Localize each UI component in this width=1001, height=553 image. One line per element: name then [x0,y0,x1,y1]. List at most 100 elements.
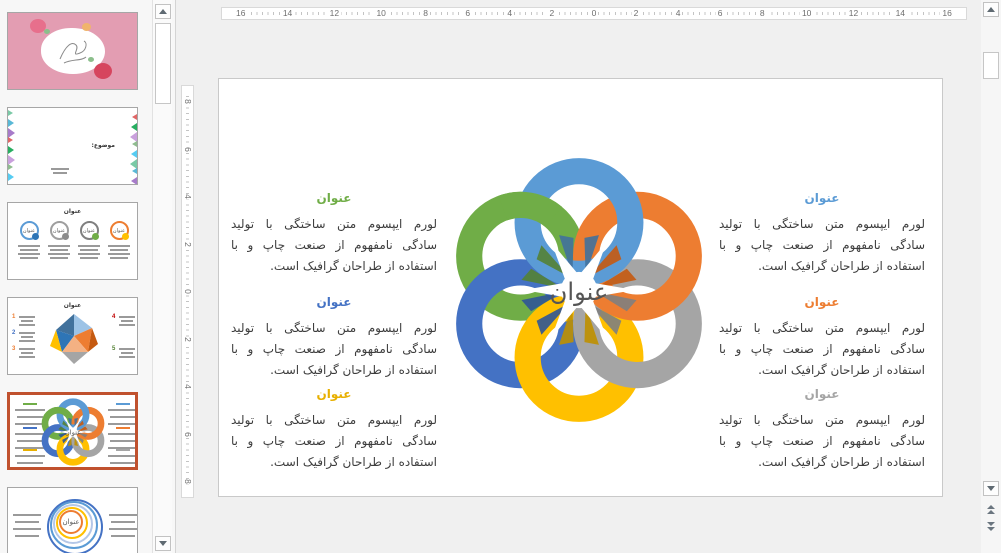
triangle-decoration [8,173,14,181]
step-number: 4 [112,314,115,320]
text-line [108,433,138,435]
ruler-label: 4 [182,194,193,199]
text-line [110,257,128,259]
text-line [110,440,136,442]
text-line [119,356,135,358]
text-line [20,249,38,251]
ruler-label: 6 [463,8,472,19]
block-heading: عنوان [231,295,437,309]
text-line [50,249,68,251]
block-body-text: لورم ایپسوم متن ساختگی با تولید سادگی نا… [231,318,437,381]
up-arrow-icon [159,9,167,14]
slide-thumbnail-2[interactable]: موضوع: [7,107,138,185]
slide-text-block[interactable]: عنوانلورم ایپسوم متن ساختگی با تولید ساد… [231,387,437,473]
slide-canvas[interactable]: عنوانلورم ایپسوم متن ساختگی با تولید ساد… [218,78,943,497]
slide-text-block[interactable]: عنوانلورم ایپسوم متن ساختگی با تولید ساد… [719,387,925,473]
triangle-decoration [8,119,14,127]
ring-item: عنوان [110,221,129,240]
ruler-label: 0 [182,289,193,294]
step-number: 2 [12,330,15,336]
text-line [21,352,33,354]
double-down-arrow-icon [987,522,995,531]
ruler-label: 12 [847,8,860,19]
slide-text-block[interactable]: عنوانلورم ایپسوم متن ساختگی با تولید ساد… [231,191,437,277]
editor-scrollbar[interactable] [981,0,1001,553]
slide-text-block[interactable]: عنوان لورم ایپسوم متن ساختگی با تولید ساد… [231,295,437,381]
text-line [13,514,41,516]
slide-thumbnail-6[interactable]: عنوان [7,487,138,553]
slide-thumbnail-4[interactable]: عنوان 1 2 3 4 5 [7,297,138,375]
text-line [51,168,69,170]
text-line [48,253,70,255]
text-line [108,469,138,470]
triangle-decoration [131,150,137,158]
ruler-label: 4 [674,8,683,19]
slide-text-block[interactable]: عنوانلورم ایپسوم متن ساختگی با تولید ساد… [719,191,925,277]
triangle-decoration [8,137,13,143]
ring-item: عنوان [20,221,39,240]
ruler-label: 16 [940,8,953,19]
triangle-decoration [8,110,13,116]
text-line [21,320,33,322]
next-slide-button[interactable] [983,519,999,534]
thumbnail-subject-label: موضوع: [91,142,115,149]
block-body-text: لورم ایپسوم متن ساختگی با تولید سادگی نا… [719,410,925,473]
thumbnail-title: عنوان [8,208,137,215]
ruler-label: 12 [328,8,341,19]
block-body-text: لورم ایپسوم متن ساختگی با تولید سادگی نا… [231,410,437,473]
ruler-label: 14 [281,8,294,19]
step-number: 3 [12,346,15,352]
ring-flower-diagram[interactable]: عنوان [438,149,720,431]
text-line [50,257,68,259]
scroll-down-icon[interactable] [155,536,171,551]
double-up-arrow-icon [987,505,995,514]
text-line [110,416,136,418]
previous-slide-button[interactable] [983,502,999,517]
mini-heading [23,427,37,429]
scroll-up-icon[interactable] [983,2,999,17]
thumbnail-pane-scrollbar[interactable] [152,0,172,553]
text-line [108,245,130,247]
scrollbar-thumb[interactable] [983,52,999,79]
slide-thumbnail-5[interactable]: عنوان [7,392,138,470]
ring-item-dot [122,233,129,240]
scroll-down-icon[interactable] [983,481,999,496]
text-line [108,409,138,411]
block-heading: عنوان [719,191,925,205]
step-number: 5 [112,346,115,352]
ruler-label: 6 [182,147,193,152]
text-line [119,316,135,318]
mini-heading [116,403,130,405]
text-line [19,348,35,350]
text-line [80,249,98,251]
slide-text-block[interactable]: عنوانلورم ایپسوم متن ساختگی با تولید ساد… [719,295,925,381]
ring-item-dot [92,233,99,240]
text-line [21,336,33,338]
text-line [15,521,39,523]
ring-item-dot [62,233,69,240]
triangle-decoration [131,123,137,131]
rose-flower [94,63,112,79]
slide-thumbnail-1[interactable] [7,12,138,90]
scroll-up-icon[interactable] [155,4,171,19]
text-line [19,316,35,318]
triangle-decoration [132,168,137,174]
scrollbar-thumb[interactable] [155,23,171,104]
mini-text-block [106,512,138,539]
block-heading: عنوان [719,295,925,309]
text-line [110,249,128,251]
text-line [111,535,135,537]
ruler-label: 16 [234,8,247,19]
step-number: 1 [12,314,15,320]
vertical-ruler: 864202468 [181,85,194,498]
text-line [80,257,98,259]
ruler-label: 8 [421,8,430,19]
text-line [78,253,100,255]
slide-thumbnail-3[interactable]: عنوان عنوان عنوان عنوان عنوان [7,202,138,280]
spiral-center-title: عنوان [63,518,80,526]
triangle-decoration [8,164,13,170]
text-line [108,423,138,425]
text-line [18,253,40,255]
mini-heading [23,449,37,451]
ruler-label: 8 [182,99,193,104]
